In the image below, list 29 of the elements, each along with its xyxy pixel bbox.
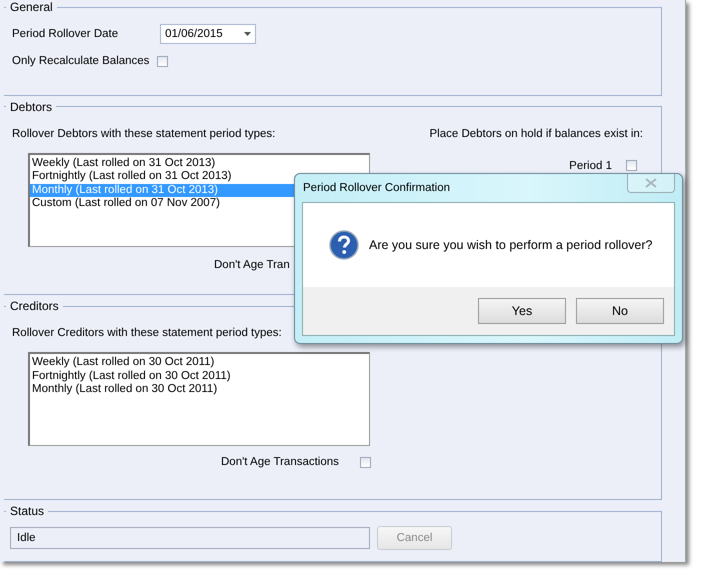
close-button[interactable] bbox=[627, 174, 675, 192]
close-icon bbox=[645, 178, 657, 188]
question-icon bbox=[329, 230, 359, 260]
dialog-button[interactable]: Yes bbox=[478, 298, 566, 324]
dialog-message: Are you sure you wish to perform a period rollover? bbox=[369, 238, 652, 252]
date-dropdown[interactable]: 01/06/2015 bbox=[160, 24, 256, 44]
list-item[interactable]: Weekly (Last rolled on 30 Oct 2011) bbox=[30, 356, 369, 370]
caret-icon bbox=[244, 32, 252, 36]
status-field: Idle bbox=[10, 527, 370, 550]
group-title: Status bbox=[9, 504, 46, 518]
period-type-list[interactable]: Weekly (Last rolled on 30 Oct 2011) Fortnightly (Last rolled on 30 Oct 2011) Monthly (Last rolled on 30 Oct 2011) bbox=[28, 352, 370, 446]
field-label: Period Rollover Date bbox=[12, 28, 118, 40]
checkbox[interactable] bbox=[360, 456, 371, 468]
group-title: Debtors bbox=[9, 100, 54, 114]
checkbox[interactable] bbox=[157, 56, 168, 66]
list-item[interactable]: Weekly (Last rolled on 31 Oct 2013) bbox=[30, 156, 369, 170]
checkbox[interactable] bbox=[626, 160, 637, 172]
checkbox-label: Don't Age Tran bbox=[214, 258, 290, 271]
hold-label: Place Debtors on hold if balances exist in: bbox=[429, 128, 643, 140]
group-title: Creditors bbox=[9, 299, 60, 314]
list-label: Rollover Debtors with these statement period types: bbox=[12, 128, 276, 140]
group-title: General bbox=[9, 0, 54, 14]
list-item[interactable]: Monthly (Last rolled on 30 Oct 2011) bbox=[30, 383, 369, 397]
list-item[interactable]: Fortnightly (Last rolled on 30 Oct 2011) bbox=[30, 370, 369, 384]
checkbox-label: Don't Age Transactions bbox=[221, 456, 339, 468]
checkbox-label: Only Recalculate Balances bbox=[12, 55, 150, 67]
dialog-button[interactable]: No bbox=[576, 298, 664, 324]
list-label: Rollover Creditors with these statement period types: bbox=[12, 327, 282, 340]
period-label: Period 1 bbox=[569, 160, 612, 172]
